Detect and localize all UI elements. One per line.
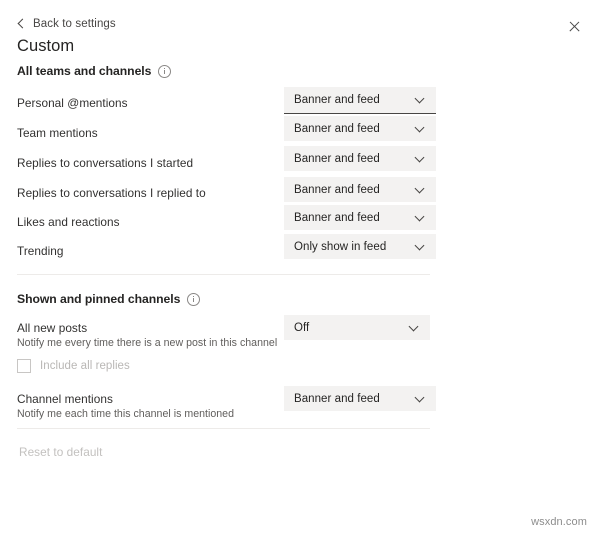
dropdown-replies-started[interactable]: Banner and feed [284,146,436,171]
checkbox-label: Include all replies [40,360,130,372]
chevron-down-icon [416,214,425,223]
setting-label: Replies to conversations I started [17,156,194,170]
footer-divider [17,428,430,429]
chevron-down-icon [416,186,425,195]
setting-description: Notify me every time there is a new post… [17,337,278,349]
info-circle-icon[interactable] [158,64,172,78]
chevron-down-icon [410,324,419,333]
dropdown-value: Banner and feed [294,93,380,106]
dropdown-likes-reactions[interactable]: Banner and feed [284,205,436,230]
chevron-left-icon [17,20,26,29]
chevron-down-icon [416,243,425,252]
setting-label: Likes and reactions [17,215,120,229]
chevron-down-icon [416,96,425,105]
checkbox-include-all-replies[interactable]: Include all replies [17,358,130,374]
dropdown-all-new-posts[interactable]: Off [284,315,430,340]
dropdown-value: Banner and feed [294,392,380,405]
watermark: wsxdn.com [531,516,587,528]
checkbox-box-icon[interactable] [17,359,31,373]
dropdown-trending[interactable]: Only show in feed [284,234,436,259]
chevron-down-icon [416,125,425,134]
chevron-down-icon [416,395,425,404]
setting-label: Replies to conversations I replied to [17,186,206,200]
chevron-down-icon [416,155,425,164]
section-divider [17,274,430,275]
section-header-all-teams-and-channels: All teams and channels [17,63,172,79]
dropdown-value: Banner and feed [294,122,380,135]
reset-to-default-button[interactable]: Reset to default [19,444,102,460]
dropdown-value: Banner and feed [294,183,380,196]
section-title: All teams and channels [17,64,152,78]
close-icon[interactable] [564,16,586,38]
dropdown-personal-mentions[interactable]: Banner and feed [284,87,436,114]
info-circle-icon[interactable] [187,292,201,306]
setting-label: Team mentions [17,126,98,140]
dropdown-value: Off [294,321,310,334]
dropdown-value: Banner and feed [294,152,380,165]
page-title: Custom [17,37,75,55]
setting-label: All new posts [17,321,88,335]
setting-label: Trending [17,244,64,258]
dropdown-value: Only show in feed [294,240,387,253]
section-title: Shown and pinned channels [17,292,181,306]
dropdown-team-mentions[interactable]: Banner and feed [284,116,436,141]
notification-settings-panel: Back to settings Custom All teams and ch… [0,0,600,539]
setting-label: Channel mentions [17,392,113,406]
setting-description: Notify me each time this channel is ment… [17,408,235,420]
back-to-settings-link[interactable]: Back to settings [17,17,116,31]
dropdown-channel-mentions[interactable]: Banner and feed [284,386,436,411]
back-to-settings-label: Back to settings [33,18,116,30]
dropdown-replies-replied[interactable]: Banner and feed [284,177,436,202]
dropdown-value: Banner and feed [294,211,380,224]
section-header-shown-and-pinned-channels: Shown and pinned channels [17,291,201,307]
setting-label: Personal @mentions [17,96,128,110]
